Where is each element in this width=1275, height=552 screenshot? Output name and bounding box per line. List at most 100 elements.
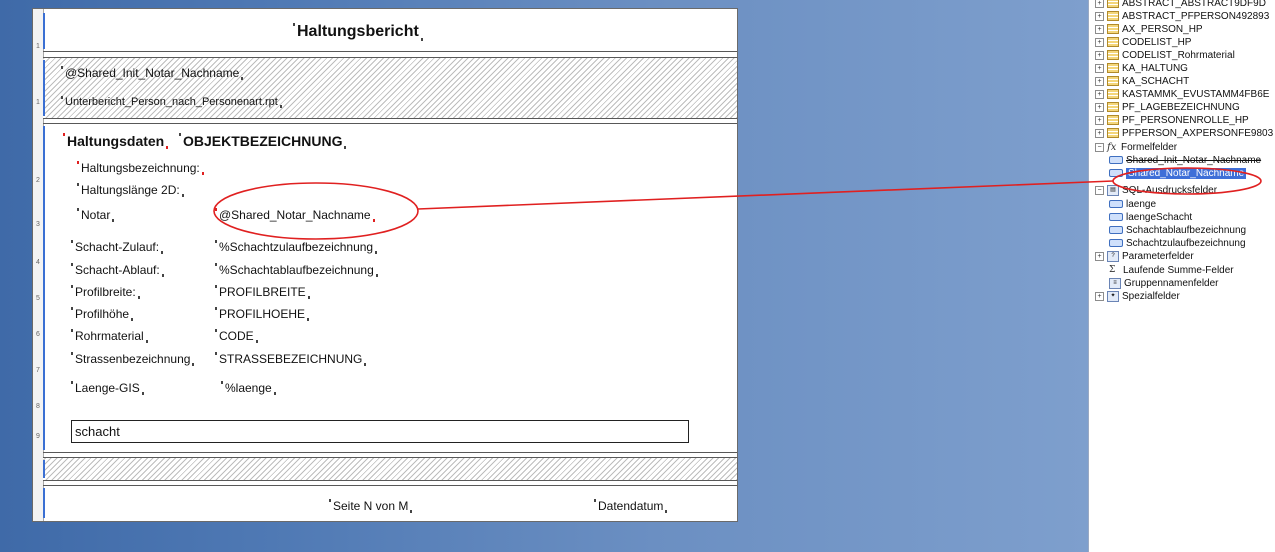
field-schacht-ablauf[interactable]: %Schachtablaufbezeichnung <box>215 263 378 277</box>
label-strassenbezeichnung[interactable]: Strassenbezeichnung <box>70 352 195 366</box>
report-design-page: 1 1 2 3 4 5 6 7 8 9 Haltungsbericht @Sha… <box>32 8 738 522</box>
tree-group-group-names[interactable]: ≡ Gruppennamenfelder <box>1109 277 1219 290</box>
expand-icon[interactable]: + <box>1095 50 1104 60</box>
notar-field[interactable]: @Shared_Notar_Nachname <box>215 208 375 222</box>
tree-table-item[interactable]: + CODELIST_HP <box>1095 36 1191 49</box>
ruler-mark: 2 <box>36 177 40 184</box>
section-label-haltungsdaten[interactable]: Haltungsdaten <box>62 133 169 149</box>
tree-sql-item[interactable]: Schachtablaufbezeichnung <box>1109 224 1246 237</box>
tree-group-sql[interactable]: − ▤ SQL-Ausdrucksfelder <box>1095 184 1217 197</box>
sql-name: Schachtzulaufbezeichnung <box>1126 238 1246 249</box>
objektbezeichnung-field[interactable]: OBJEKTBEZEICHNUNG <box>178 133 347 149</box>
ruler-mark: 7 <box>36 367 40 374</box>
expand-icon[interactable]: + <box>1095 24 1104 34</box>
expand-icon[interactable]: + <box>1095 76 1104 86</box>
report-header-section[interactable]: Haltungsbericht <box>43 11 737 52</box>
ruler-mark: 3 <box>36 221 40 228</box>
tree-sql-item[interactable]: laengeSchacht <box>1109 211 1192 224</box>
section-marker <box>43 13 45 49</box>
subreport-person[interactable]: Unterbericht_Person_nach_Personenart.rpt <box>61 96 282 108</box>
tree-group-parameter[interactable]: +? Parameterfelder <box>1095 250 1194 263</box>
schacht-subreport-box[interactable]: schacht <box>71 420 689 443</box>
ruler-mark: 8 <box>36 403 40 410</box>
expand-icon[interactable]: + <box>1095 115 1104 125</box>
table-name: ABSTRACT_ABSTRACT9DF9D <box>1122 0 1266 9</box>
tree-table-item[interactable]: + KA_SCHACHT <box>1095 75 1189 88</box>
label-notar[interactable]: Notar <box>76 208 115 222</box>
field-laenge[interactable]: %laenge <box>221 381 276 395</box>
expand-icon[interactable]: + <box>1095 102 1104 112</box>
tree-sql-item[interactable]: Schachtzulaufbezeichnung <box>1109 237 1246 250</box>
label-profilbreite[interactable]: Profilbreite: <box>71 285 140 299</box>
field-strassenbezeichnung[interactable]: STRASSEBEZEICHNUNG <box>214 352 367 366</box>
details-section[interactable]: Haltungsdaten OBJEKTBEZEICHNUNG Haltungs… <box>43 123 737 453</box>
sql-icon: ▤ <box>1107 184 1119 196</box>
formula-name: Shared_Notar_Nachname <box>1126 168 1247 179</box>
label-rohrmaterial[interactable]: Rohrmaterial <box>71 329 148 343</box>
tree-formula-item[interactable]: Shared_Init_Notar_Nachname <box>1109 154 1261 167</box>
shared-init-notar-field[interactable]: @Shared_Init_Notar_Nachname <box>60 66 244 80</box>
tree-table-item[interactable]: + KA_HALTUNG <box>1095 62 1188 75</box>
group-names-icon: ≡ <box>1109 277 1121 289</box>
table-name: KASTAMMK_EVUSTAMM4FB6E <box>1122 89 1270 100</box>
tree-group-running-total[interactable]: Σ Laufende Summe-Felder <box>1109 264 1234 277</box>
tree-table-item[interactable]: + CODELIST_Rohrmaterial <box>1095 49 1235 62</box>
expand-icon[interactable]: + <box>1095 11 1104 21</box>
tree-table-item[interactable]: + PFPERSON_AXPERSONFE9803 <box>1095 127 1273 140</box>
report-title[interactable]: Haltungsbericht <box>293 23 423 41</box>
tree-table-item[interactable]: + KASTAMMK_EVUSTAMM4FB6E <box>1095 88 1269 101</box>
field-profilbreite[interactable]: PROFILBREITE <box>215 285 310 299</box>
tree-table-item[interactable]: + PF_PERSONENROLLE_HP <box>1095 114 1249 127</box>
sql-name: Schachtablaufbezeichnung <box>1126 225 1247 236</box>
field-schacht-zulauf[interactable]: %Schachtzulaufbezeichnung <box>214 240 378 254</box>
data-date-field[interactable]: Datendatum <box>593 499 668 513</box>
label-haltungslaenge[interactable]: Haltungslänge 2D: <box>77 183 184 197</box>
label-schacht-zulauf[interactable]: Schacht-Zulauf: <box>70 240 164 254</box>
special-fields-icon: ✦ <box>1107 290 1119 302</box>
table-icon <box>1107 37 1119 48</box>
ruler-mark: 1 <box>36 99 40 106</box>
table-icon <box>1107 24 1119 35</box>
expand-icon[interactable]: + <box>1095 251 1104 261</box>
group-label: Formelfelder <box>1121 142 1178 154</box>
expand-icon[interactable]: + <box>1095 37 1104 47</box>
expand-icon[interactable]: + <box>1095 0 1104 8</box>
page-footer-section[interactable]: Seite N von M Datendatum <box>43 485 737 520</box>
label-laenge-gis[interactable]: Laenge-GIS <box>71 381 144 395</box>
label-schacht-ablauf[interactable]: Schacht-Ablauf: <box>71 263 164 277</box>
field-explorer-panel[interactable]: + ABSTRACT_ABSTRACT9DF9D + ABSTRACT_PFPERS… <box>1088 0 1275 552</box>
tree-table-item[interactable]: + ABSTRACT_PFPERSON492893 <box>1095 10 1269 23</box>
table-icon <box>1107 63 1119 74</box>
field-profilhoehe[interactable]: PROFILHOEHE <box>214 307 310 321</box>
page-number-field[interactable]: Seite N von M <box>328 499 413 513</box>
expand-icon[interactable]: + <box>1095 291 1104 301</box>
field-rohrmaterial[interactable]: CODE <box>215 329 258 343</box>
ruler-mark: 5 <box>36 295 40 302</box>
ruler-mark: 4 <box>36 259 40 266</box>
expand-icon[interactable]: + <box>1095 89 1104 99</box>
table-name: CODELIST_HP <box>1122 37 1192 48</box>
expand-icon[interactable]: + <box>1095 128 1104 138</box>
tree-table-item[interactable]: + PF_LAGEBEZEICHNUNG <box>1095 101 1240 114</box>
table-name: KA_SCHACHT <box>1122 76 1190 87</box>
section-marker <box>43 488 45 518</box>
expand-icon[interactable]: + <box>1095 63 1104 73</box>
tree-table-item[interactable]: + ABSTRACT_ABSTRACT9DF9D <box>1095 0 1266 10</box>
tree-group-formelfelder[interactable]: − fx Formelfelder <box>1095 141 1177 154</box>
section-marker <box>43 60 45 116</box>
field-icon <box>1109 213 1123 222</box>
report-footer-section[interactable] <box>43 457 737 481</box>
label-profilhoehe[interactable]: Profilhöhe <box>70 307 134 321</box>
table-icon <box>1107 115 1119 126</box>
group-label: Parameterfelder <box>1122 251 1194 262</box>
table-icon <box>1107 0 1119 9</box>
tree-table-item[interactable]: + AX_PERSON_HP <box>1095 23 1203 36</box>
tree-formula-item-selected[interactable]: Shared_Notar_Nachname <box>1109 167 1247 180</box>
tree-group-special[interactable]: + ✦ Spezialfelder <box>1095 290 1180 303</box>
group-label: Gruppennamenfelder <box>1124 278 1219 289</box>
page-header-section[interactable]: @Shared_Init_Notar_Nachname Unterbericht… <box>43 57 737 119</box>
label-haltungsbezeichnung[interactable]: Haltungsbezeichnung: <box>77 161 204 175</box>
tree-sql-item[interactable]: laenge <box>1109 198 1156 211</box>
collapse-icon[interactable]: − <box>1095 143 1104 152</box>
collapse-icon[interactable]: − <box>1095 185 1104 195</box>
